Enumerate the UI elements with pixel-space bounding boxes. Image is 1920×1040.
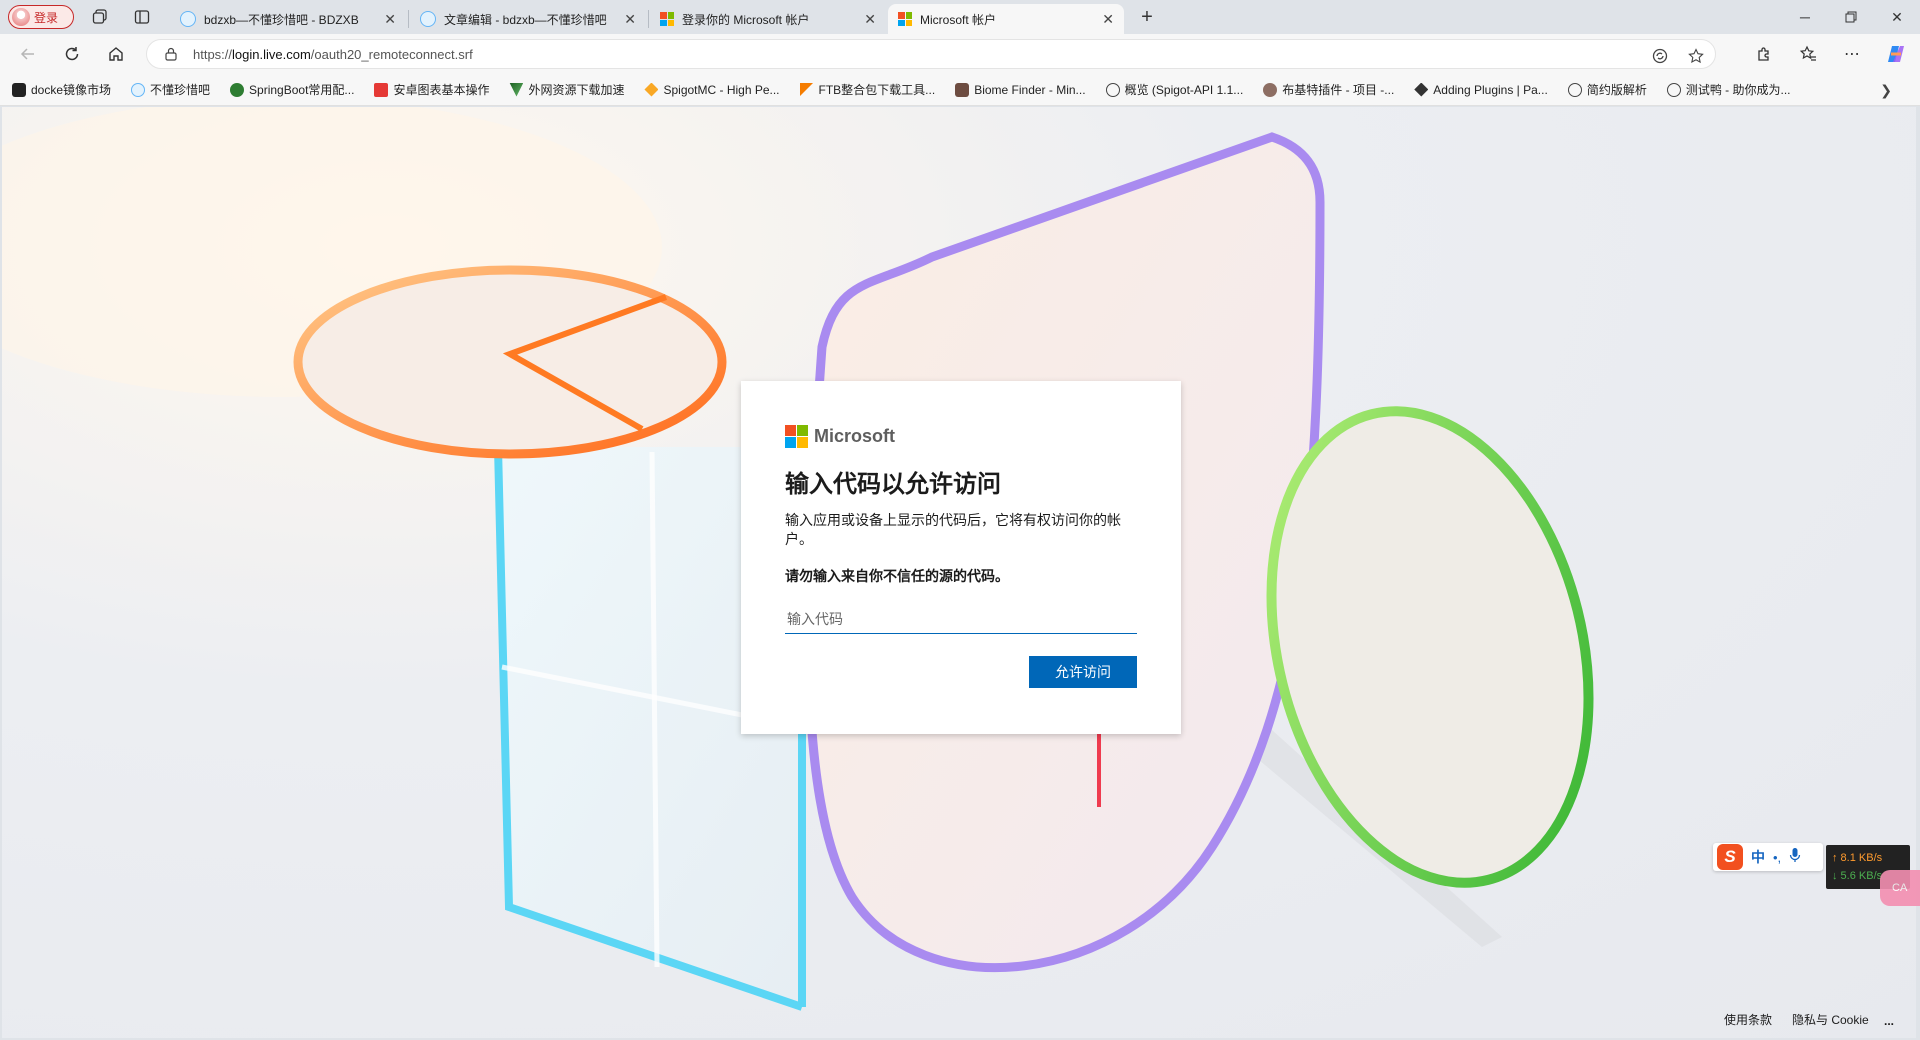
spigot-icon	[644, 82, 659, 97]
more-options-link[interactable]: ...	[1884, 1014, 1894, 1028]
microsoft-logo-icon	[785, 425, 808, 448]
tab-ms-signin[interactable]: 登录你的 Microsoft 帐户 ✕	[650, 4, 886, 34]
address-bar[interactable]: https://login.live.com/oauth20_remotecon…	[146, 39, 1716, 69]
close-icon[interactable]: ✕	[1102, 11, 1114, 28]
ime-mode-toggle[interactable]: 中	[1751, 847, 1765, 867]
page-title: 输入代码以允许访问	[785, 471, 1001, 498]
tab-title: 登录你的 Microsoft 帐户	[682, 12, 810, 27]
tab-article-edit[interactable]: 文章编辑 - bdzxb—不懂珍惜吧 ✕	[410, 4, 646, 34]
tab-bdzxb[interactable]: bdzxb—不懂珍惜吧 - BDZXB ✕	[170, 4, 406, 34]
floating-side-tab[interactable]: CA	[1880, 870, 1920, 906]
globe-icon	[1567, 82, 1582, 97]
ftb-icon	[799, 82, 814, 97]
favorite-item[interactable]: SpigotMC - High Pe...	[644, 82, 780, 97]
favorite-item[interactable]: Biome Finder - Min...	[955, 82, 1086, 97]
upload-speed: ↑ 8.1 KB/s	[1832, 852, 1883, 864]
minimize-icon[interactable]: ─	[1782, 0, 1828, 34]
favorites-bar: docke镜像市场 不懂珍惜吧 SpringBoot常用配... 安卓图表基本操…	[0, 74, 1920, 106]
login-card: Microsoft 输入代码以允许访问 输入应用或设备上显示的代码后，它将有权访…	[741, 381, 1181, 734]
restore-icon[interactable]	[1828, 0, 1874, 34]
ime-toolbar[interactable]: S 中 •,	[1713, 843, 1823, 871]
tab-title: bdzxb—不懂珍惜吧 - BDZXB	[204, 12, 359, 27]
extensions-icon[interactable]	[1752, 42, 1776, 66]
microphone-icon[interactable]	[1789, 847, 1801, 868]
new-tab-icon[interactable]: +	[1137, 6, 1157, 28]
brand-name: Microsoft	[814, 426, 895, 446]
copilot-icon[interactable]	[1884, 42, 1908, 66]
description-text: 输入应用或设备上显示的代码后，它将有权访问你的帐户。	[785, 512, 1121, 547]
more-icon[interactable]: ⋯	[1840, 42, 1864, 66]
workspaces-icon[interactable]	[90, 7, 110, 27]
globe-icon	[1666, 82, 1681, 97]
sogou-logo-icon[interactable]: S	[1717, 844, 1743, 870]
ime-punctuation-toggle[interactable]: •,	[1773, 850, 1781, 865]
chevron-right-icon[interactable]: ❯	[1880, 82, 1892, 99]
page-content: Microsoft 输入代码以允许访问 输入应用或设备上显示的代码后，它将有权访…	[2, 107, 1916, 1038]
bird-icon	[420, 11, 436, 27]
favorite-item[interactable]: 外网资源下载加速	[509, 81, 624, 98]
paper-icon	[1414, 82, 1429, 97]
back-icon[interactable]	[16, 42, 40, 66]
favorite-item[interactable]: SpringBoot常用配...	[230, 81, 354, 98]
favorite-item[interactable]: 测试鸭 - 助你成为...	[1666, 81, 1791, 98]
c-icon	[374, 82, 389, 97]
favorite-item[interactable]: 概览 (Spigot-API 1.1...	[1105, 81, 1243, 98]
terms-link[interactable]: 使用条款	[1724, 1011, 1772, 1028]
code-input[interactable]	[785, 604, 1137, 634]
url-text[interactable]: https://login.live.com/oauth20_remotecon…	[193, 47, 473, 62]
profile-label: 登录	[34, 10, 59, 25]
tab-strip: 登录 bdzxb—不懂珍惜吧 - BDZXB ✕ 文章编辑 - bdzxb—不懂…	[0, 0, 1920, 34]
bird-icon	[180, 11, 196, 27]
microsoft-brand: Microsoft	[785, 425, 1137, 448]
favorite-item[interactable]: docke镜像市场	[12, 81, 111, 98]
bukkit-icon	[1263, 82, 1278, 97]
favorite-item[interactable]: 不懂珍惜吧	[131, 81, 210, 98]
warning-text: 请勿输入来自你不信任的源的代码。	[785, 568, 1009, 584]
close-window-icon[interactable]: ✕	[1874, 0, 1920, 34]
lock-icon[interactable]	[163, 46, 179, 62]
favorites-icon[interactable]	[1796, 42, 1820, 66]
toolbar: https://login.live.com/oauth20_remotecon…	[0, 34, 1920, 74]
microsoft-logo-icon	[660, 12, 674, 26]
v-icon	[509, 82, 524, 97]
allow-access-button[interactable]: 允许访问	[1029, 656, 1137, 688]
privacy-link[interactable]: 隐私与 Cookie	[1792, 1011, 1869, 1028]
biome-icon	[955, 82, 970, 97]
favorite-item[interactable]: 简约版解析	[1567, 81, 1647, 98]
refresh-icon[interactable]	[60, 42, 84, 66]
profile-button[interactable]: 登录	[8, 5, 74, 29]
vertical-tabs-icon[interactable]	[132, 7, 152, 27]
home-icon[interactable]	[104, 42, 128, 66]
close-icon[interactable]: ✕	[864, 11, 876, 28]
tab-ms-account[interactable]: Microsoft 帐户 ✕	[888, 4, 1124, 34]
tab-title: 文章编辑 - bdzxb—不懂珍惜吧	[444, 12, 607, 27]
close-icon[interactable]: ✕	[384, 11, 396, 28]
docker-icon	[12, 82, 26, 97]
close-icon[interactable]: ✕	[624, 11, 636, 28]
favorite-star-icon[interactable]	[1687, 47, 1705, 65]
tab-title: Microsoft 帐户	[920, 12, 997, 27]
favorite-item[interactable]: FTB整合包下载工具...	[799, 81, 935, 98]
microsoft-logo-icon	[898, 12, 912, 26]
globe-icon	[1105, 82, 1120, 97]
spring-icon	[230, 82, 245, 97]
bird-icon	[131, 82, 146, 97]
read-aloud-icon[interactable]	[1651, 47, 1669, 65]
avatar	[12, 8, 30, 26]
favorite-item[interactable]: 安卓图表基本操作	[374, 81, 489, 98]
favorite-item[interactable]: 布基特插件 - 项目 -...	[1263, 81, 1394, 98]
favorite-item[interactable]: Adding Plugins | Pa...	[1414, 82, 1548, 97]
